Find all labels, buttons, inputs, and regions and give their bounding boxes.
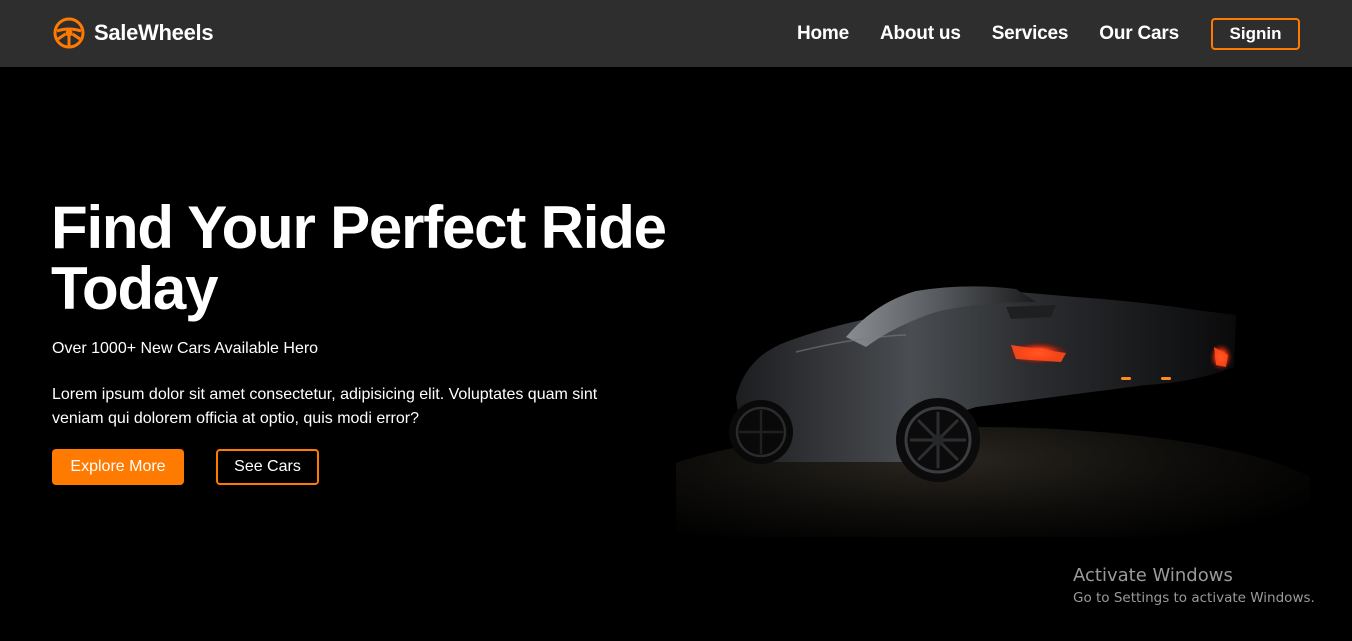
hero-title: Find Your Perfect Ride Today [51, 194, 667, 322]
windows-activation-watermark: Activate Windows Go to Settings to activ… [1073, 565, 1315, 606]
see-cars-button[interactable]: See Cars [216, 449, 319, 485]
brand-name: SaleWheels [94, 20, 214, 45]
brand-logo[interactable]: SaleWheels [53, 17, 214, 49]
explore-more-button[interactable]: Explore More [52, 449, 184, 485]
activation-subtitle: Go to Settings to activate Windows. [1073, 590, 1315, 606]
nav-menu: Home About us Services Our Cars Signin [797, 18, 1300, 50]
navbar: SaleWheels Home About us Services Our Ca… [0, 0, 1352, 67]
nav-item-about-us[interactable]: About us [880, 23, 961, 45]
nav-item-services[interactable]: Services [992, 23, 1069, 45]
nav-item-our-cars[interactable]: Our Cars [1099, 23, 1179, 45]
nav-item-home[interactable]: Home [797, 23, 849, 45]
activation-title: Activate Windows [1073, 565, 1233, 586]
hero-description: Lorem ipsum dolor sit amet consectetur, … [52, 386, 598, 427]
signin-button[interactable]: Signin [1211, 18, 1300, 50]
hero-subtitle: Over 1000+ New Cars Available Hero [52, 340, 319, 357]
hero-buttons: Explore More See Cars [52, 449, 319, 485]
dark-sports-car-image [676, 286, 1310, 537]
steering-wheel-icon [53, 17, 85, 49]
hero-section: Find Your Perfect Ride Today Over 1000+ … [0, 67, 1352, 641]
